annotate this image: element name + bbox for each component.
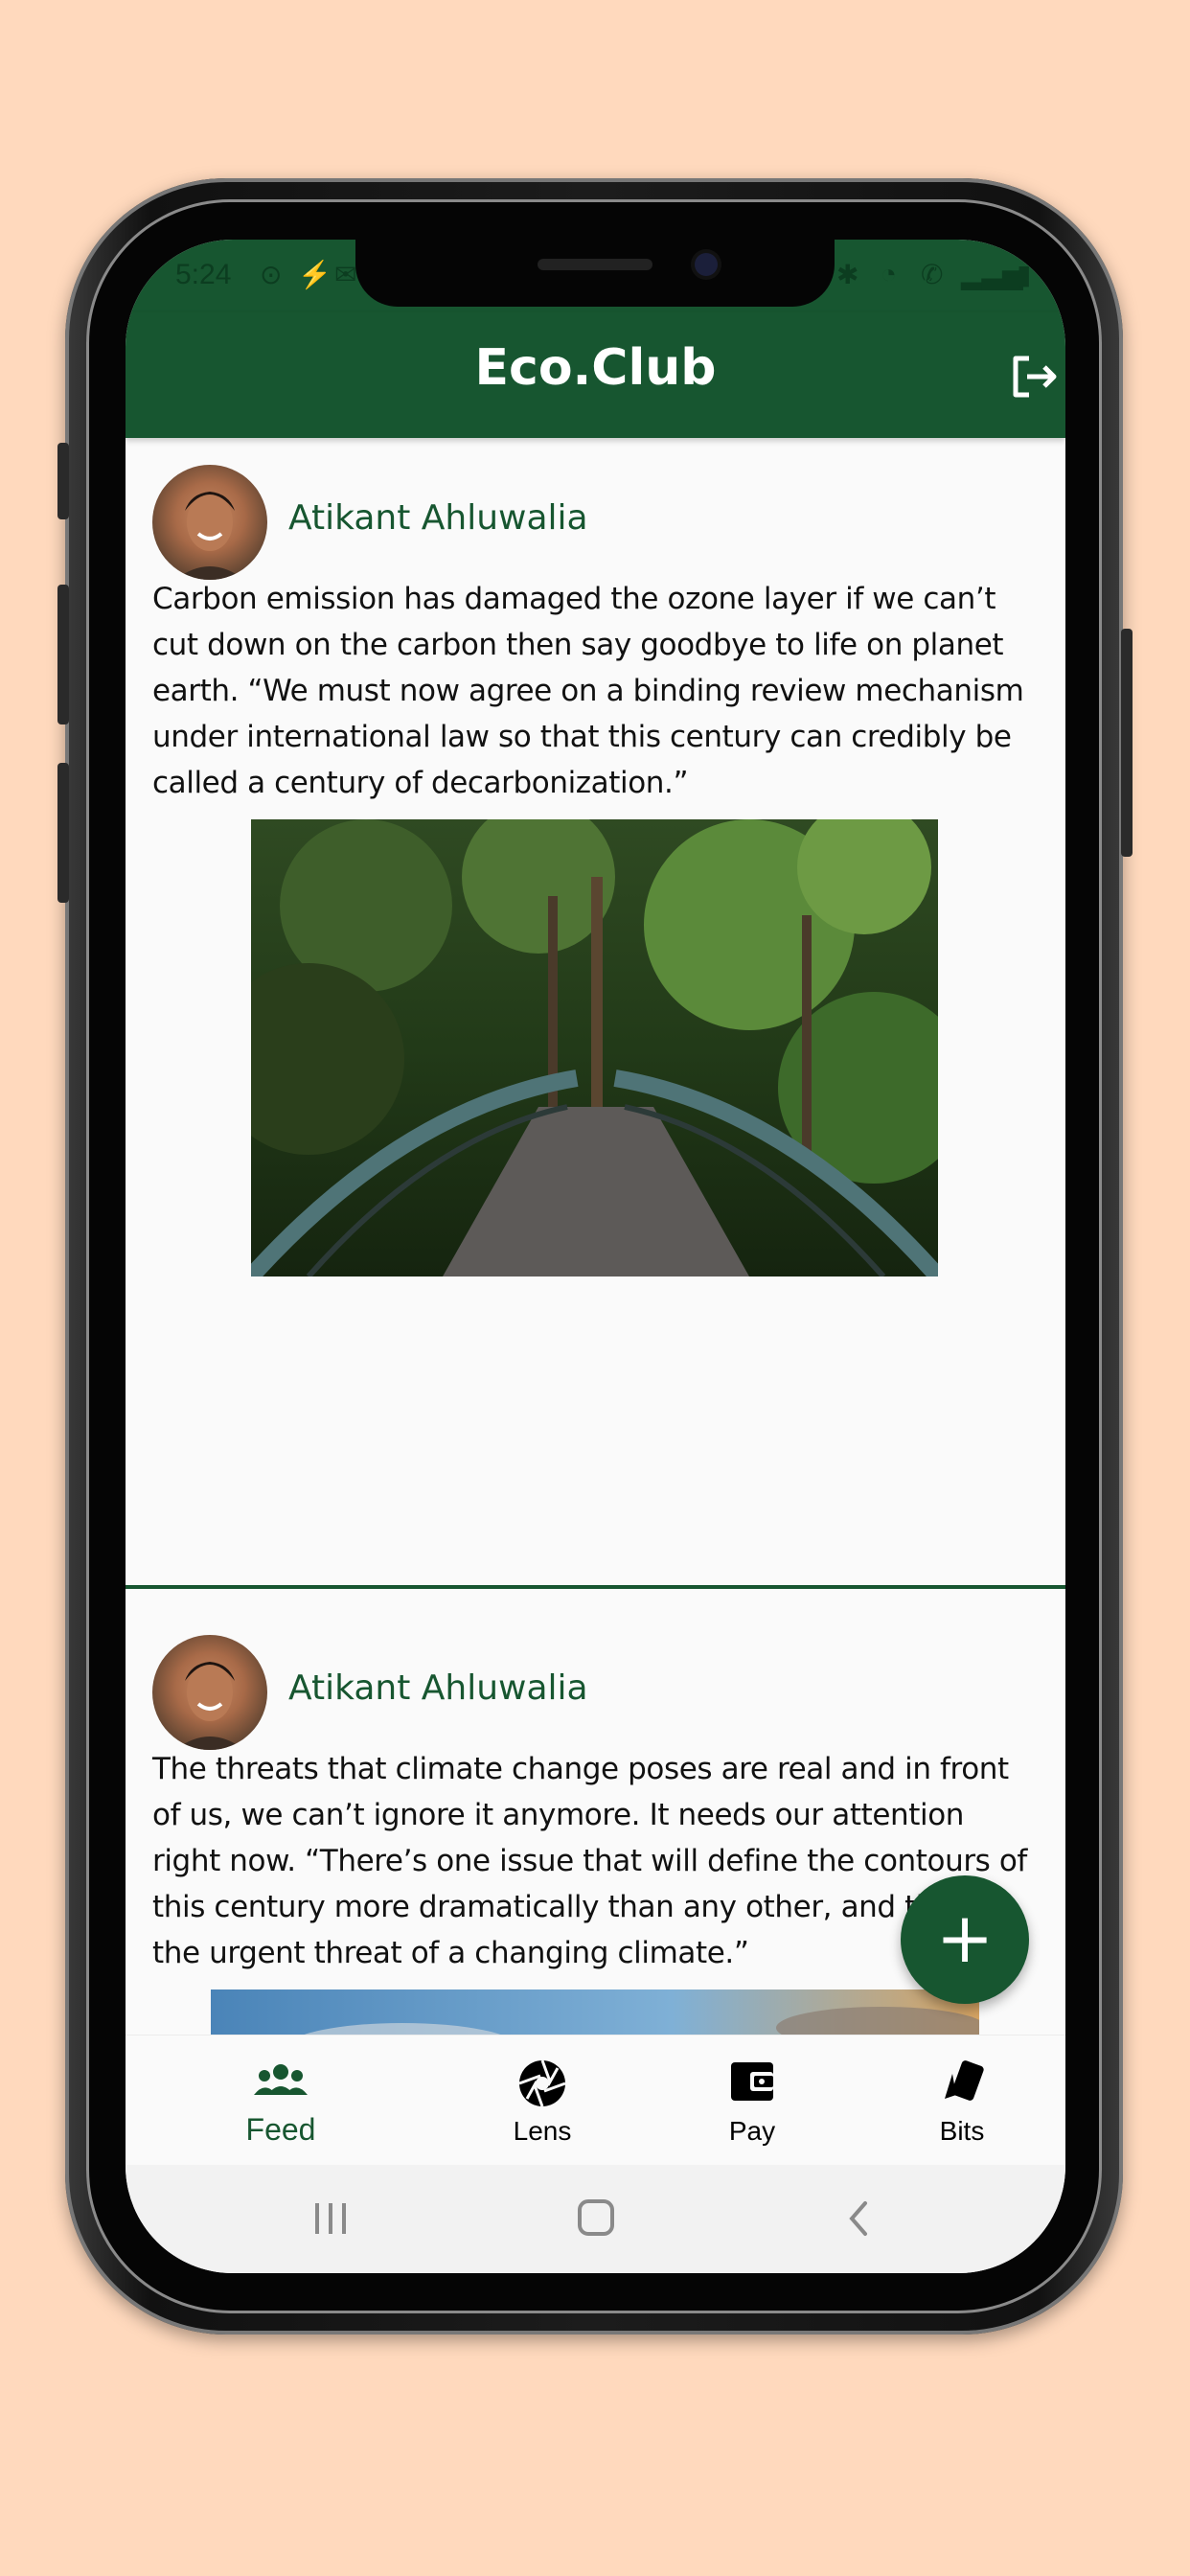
- status-time: 5:24: [175, 259, 232, 290]
- front-camera: [695, 253, 718, 276]
- nav-label-feed: Feed: [245, 2112, 316, 2147]
- status-bar: 5:24 ⊙ ⚡ ✉ ✱ ◔ ✆ ▂▃▅ ▮: [126, 240, 1065, 312]
- back-icon[interactable]: [831, 2194, 888, 2243]
- nav-item-bits[interactable]: Bits: [866, 2036, 1058, 2166]
- post-image-mountain-sunrise[interactable]: [211, 1990, 979, 2035]
- avatar-photo: [175, 492, 244, 580]
- post-card: Atikant Ahluwalia Carbon emission has da…: [126, 438, 1065, 1361]
- mute-switch: [57, 443, 69, 519]
- notch: [355, 240, 835, 307]
- system-navigation-bar: [126, 2165, 1065, 2273]
- bluetooth-icon: ✱: [836, 260, 859, 289]
- post-author[interactable]: Atikant Ahluwalia: [288, 1668, 588, 1708]
- mail-icon: ✉: [334, 260, 357, 289]
- app-bar: Eco.Club: [126, 312, 1065, 438]
- call-icon: ✆: [921, 260, 944, 289]
- notification-icon: ⊙: [260, 260, 283, 289]
- avatar[interactable]: [152, 1635, 267, 1750]
- logout-icon[interactable]: [1008, 351, 1060, 402]
- phone-screen: 5:24 ⊙ ⚡ ✉ ✱ ◔ ✆ ▂▃▅ ▮ Eco.Club Atikant …: [126, 240, 1065, 2273]
- nav-label-lens: Lens: [513, 2116, 572, 2146]
- wifi-icon: ◔: [881, 259, 897, 288]
- nav-label-pay: Pay: [728, 2116, 776, 2146]
- app-title: Eco.Club: [474, 339, 717, 397]
- home-icon[interactable]: [566, 2194, 624, 2243]
- avatar[interactable]: [152, 465, 267, 580]
- feed-list[interactable]: Atikant Ahluwalia Carbon emission has da…: [126, 438, 1065, 2035]
- power-button: [1121, 629, 1133, 857]
- speaker-grille: [538, 259, 652, 270]
- nav-item-pay[interactable]: Pay: [656, 2036, 848, 2166]
- post-author[interactable]: Atikant Ahluwalia: [288, 498, 588, 538]
- battery-icon: ▮: [1017, 260, 1032, 289]
- nav-label-bits: Bits: [939, 2116, 985, 2146]
- volume-down-button: [57, 763, 69, 903]
- add-post-button[interactable]: +: [901, 1875, 1029, 2004]
- bottom-navigation: Feed Lens Pay Bits: [126, 2035, 1065, 2165]
- post-text: Carbon emission has damaged the ozone la…: [152, 582, 1024, 800]
- camera-aperture-icon: [518, 2059, 566, 2107]
- wallet-icon: [731, 2062, 773, 2101]
- cards-icon: [945, 2060, 984, 2101]
- recent-apps-icon[interactable]: [302, 2194, 359, 2243]
- signal-icon: ▂▃▅: [961, 260, 1023, 289]
- post-image-forest-bridge[interactable]: [251, 819, 938, 1276]
- volume-up-button: [57, 585, 69, 724]
- nav-item-feed[interactable]: Feed: [185, 2036, 377, 2166]
- avatar-photo: [175, 1662, 244, 1750]
- nav-item-lens[interactable]: Lens: [446, 2036, 638, 2166]
- flutter-icon: ⚡: [298, 260, 332, 289]
- group-icon: [254, 2064, 308, 2095]
